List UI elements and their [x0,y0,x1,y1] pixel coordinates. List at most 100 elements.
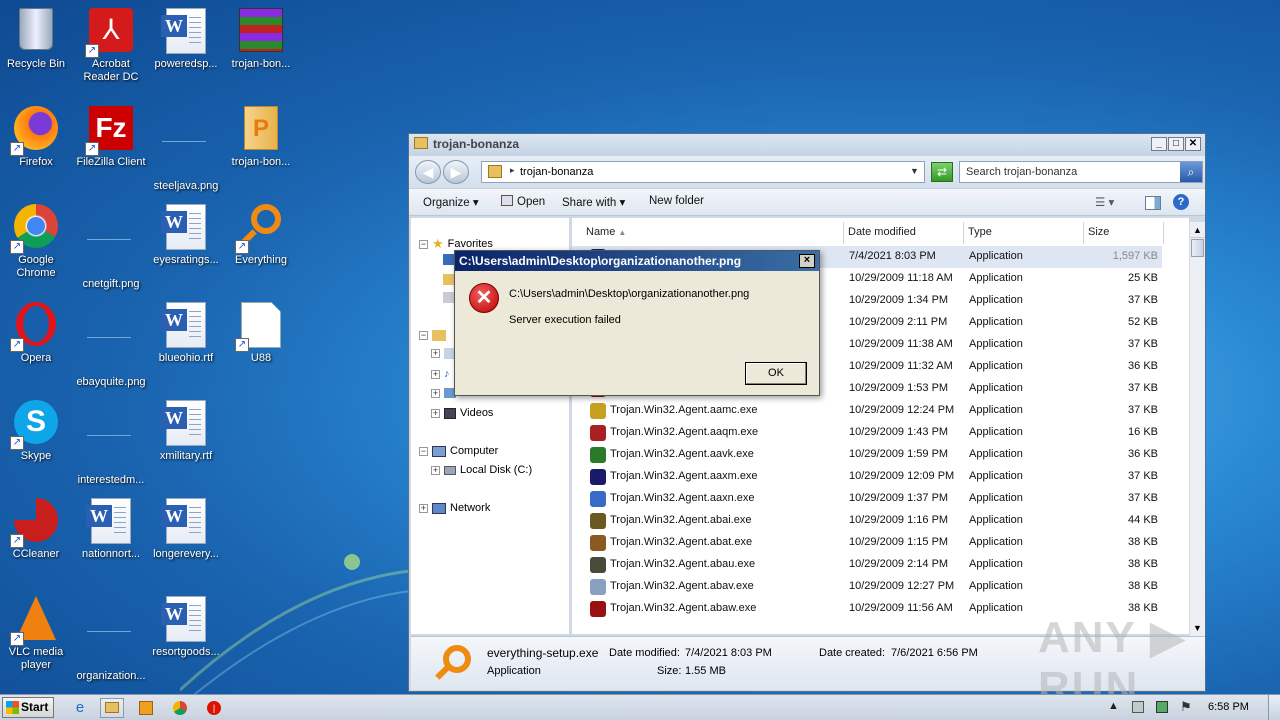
new-folder-button[interactable]: New folder [649,195,704,207]
desktop-icon-item[interactable]: Weyesratings... [148,198,224,288]
table-row[interactable]: Trojan.Win32.Agent.abat.exe 10/29/2009 1:… [572,532,1162,554]
window-titlebar[interactable]: trojan-bonanza _ □ ✕ [409,134,1205,156]
desktop-icon-item[interactable]: ↗ VLC media player [0,590,74,680]
search-input[interactable]: Search trojan-bonanza ⌕ [959,161,1203,183]
column-header-size[interactable]: Size [1084,222,1164,244]
nav-library-item[interactable]: + [431,388,456,398]
show-desktop-button[interactable] [1268,695,1280,720]
vertical-scrollbar[interactable]: ▲ ▼ [1189,222,1205,636]
start-button[interactable]: Start [2,697,54,718]
share-with-button[interactable]: Share with ▾ [562,195,625,209]
dialog-titlebar[interactable]: C:\Users\admin\Desktop\organizationanoth… [455,251,819,271]
desktop-icon-item[interactable]: Wxmilitary.rtf [148,394,224,484]
expand-icon[interactable]: + [419,503,428,513]
flag-icon[interactable]: ⚑ [1180,699,1192,715]
table-row[interactable]: Trojan.Win32.Agent.aaqm.exe 10/29/2009 1:… [572,422,1162,444]
nav-local-disk[interactable]: + Local Disk (C:) [431,464,532,476]
nav-network[interactable]: + Network [419,502,490,514]
table-row[interactable]: Trojan.Win32.Agent.abav.exe 10/29/2009 12… [572,576,1162,598]
nav-library-item[interactable]: + ♪ [431,368,450,380]
expand-icon[interactable]: + [431,465,440,475]
view-options-icon[interactable]: ☰ ▾ [1095,195,1114,209]
collapse-icon[interactable]: − [419,331,428,340]
explorer-taskbar-icon[interactable] [100,698,124,718]
ok-button[interactable]: OK [745,362,807,385]
column-header-type[interactable]: Type [964,222,1084,244]
breadcrumb[interactable]: trojan-bonanza [520,166,593,178]
file-date: 10/29/2009 1:15 PM [849,536,949,548]
search-icon[interactable]: ⌕ [1180,162,1202,182]
collapse-icon[interactable]: − [419,446,428,456]
expand-icon[interactable]: + [431,349,440,358]
executable-icon [590,403,606,419]
desktop-icon-item[interactable]: Wblueohio.rtf [148,296,224,386]
desktop-icon-item[interactable]: ↗ U88 [223,296,299,386]
chrome-taskbar-icon[interactable] [168,698,192,718]
scroll-thumb[interactable] [1191,239,1204,257]
desktop-icon-item[interactable]: steeljava.png [148,100,224,192]
desktop-icon-item[interactable]: Wpoweredsp... [148,2,224,92]
action-center-icon[interactable] [1132,701,1144,713]
preview-pane-icon[interactable] [1145,196,1161,210]
desktop-icon-item[interactable]: ↗ Google Chrome [0,198,74,288]
maximize-button[interactable]: □ [1168,137,1184,151]
desktop-icon-item[interactable]: trojan-bon... [223,2,299,92]
breadcrumb-arrow-icon[interactable]: ▸ [510,165,515,176]
expand-icon[interactable]: + [431,408,440,418]
desktop-icon-item[interactable]: Ptrojan-bon... [223,100,299,190]
word-doc-icon: W [161,302,210,350]
desktop-icon-item[interactable]: Fz ↗ FileZilla Client [73,100,149,190]
desktop-icon-item[interactable]: ↗ Opera [0,296,74,386]
desktop-icon-item[interactable]: ⅄ ↗ Acrobat Reader DC [73,2,149,92]
collapse-icon[interactable]: − [419,239,428,249]
table-row[interactable]: Trojan.Win32.Agent.aavk.exe 10/29/2009 1:… [572,444,1162,466]
desktop-icon-item[interactable]: ebayquite.png [73,296,149,388]
open-button[interactable]: Open [501,195,545,208]
desktop-icon-item[interactable]: ↗ Everything [223,198,299,288]
blank-file-icon: ↗ [235,302,285,352]
desktop-icon-item[interactable]: Recycle Bin [0,2,74,92]
close-button[interactable]: ✕ [1185,137,1201,151]
desktop-icon-item[interactable]: organization... [73,590,149,682]
window-title: trojan-bonanza [433,137,519,151]
nav-libraries[interactable]: − [419,330,446,341]
address-dropdown-icon[interactable]: ▼ [910,166,919,176]
desktop-icon-label: blueohio.rtf [158,352,214,364]
desktop-icon-item[interactable]: cnetgift.png [73,198,149,290]
tray-expand-icon[interactable]: ▲ [1108,700,1119,712]
column-header-name[interactable]: Name ▲ [582,222,844,244]
minimize-button[interactable]: _ [1151,137,1167,151]
column-header-date[interactable]: Date modified [844,222,964,244]
ie-icon[interactable]: e [68,698,92,718]
address-bar[interactable]: ▸ trojan-bonanza ▼ [481,161,925,183]
expand-icon[interactable]: + [431,369,440,379]
details-size: 1.55 MB [685,665,726,677]
table-row[interactable]: Trojan.Win32.Agent.abai.exe 10/29/2009 1:… [572,510,1162,532]
nav-videos[interactable]: + Videos [431,407,493,419]
refresh-icon[interactable]: ⇄ [931,162,953,182]
desktop-icon-item[interactable]: ↗ CCleaner [0,492,74,582]
help-icon[interactable]: ? [1173,194,1189,210]
back-button[interactable]: ◀ [415,160,441,184]
scroll-up-icon[interactable]: ▲ [1190,222,1205,238]
network-tray-icon[interactable] [1156,701,1168,713]
desktop-icon-item[interactable]: S ↗ Skype [0,394,74,484]
table-row[interactable]: Trojan.Win32.Agent.aaxn.exe 10/29/2009 1:… [572,488,1162,510]
table-row[interactable]: Trojan.Win32.Agent.abau.exe 10/29/2009 2:… [572,554,1162,576]
desktop-icon-item[interactable]: Wnationnort... [73,492,149,582]
forward-button[interactable]: ▶ [443,160,469,184]
table-row[interactable]: Trojan.Win32.Agent.aaxm.exe 10/29/2009 12… [572,466,1162,488]
file-name: Trojan.Win32.Agent.abav.exe [610,580,754,592]
dialog-close-button[interactable]: × [799,254,815,268]
nav-computer[interactable]: − Computer [419,445,498,457]
desktop-icon-item[interactable]: ↗ Firefox [0,100,74,190]
clock[interactable]: 6:58 PM [1208,701,1249,713]
desktop-icon-item[interactable]: interestedm... [73,394,149,486]
media-player-icon[interactable] [134,698,158,718]
table-row[interactable]: Trojan.Win32.Agent.aamc.exe 10/29/2009 12… [572,400,1162,422]
opera-taskbar-icon[interactable]: | [202,698,226,718]
nav-library-item[interactable]: + [431,348,456,359]
organize-button[interactable]: Organize ▾ [423,195,479,209]
expand-icon[interactable]: + [431,388,440,398]
desktop-icon-label: trojan-bon... [231,58,291,70]
